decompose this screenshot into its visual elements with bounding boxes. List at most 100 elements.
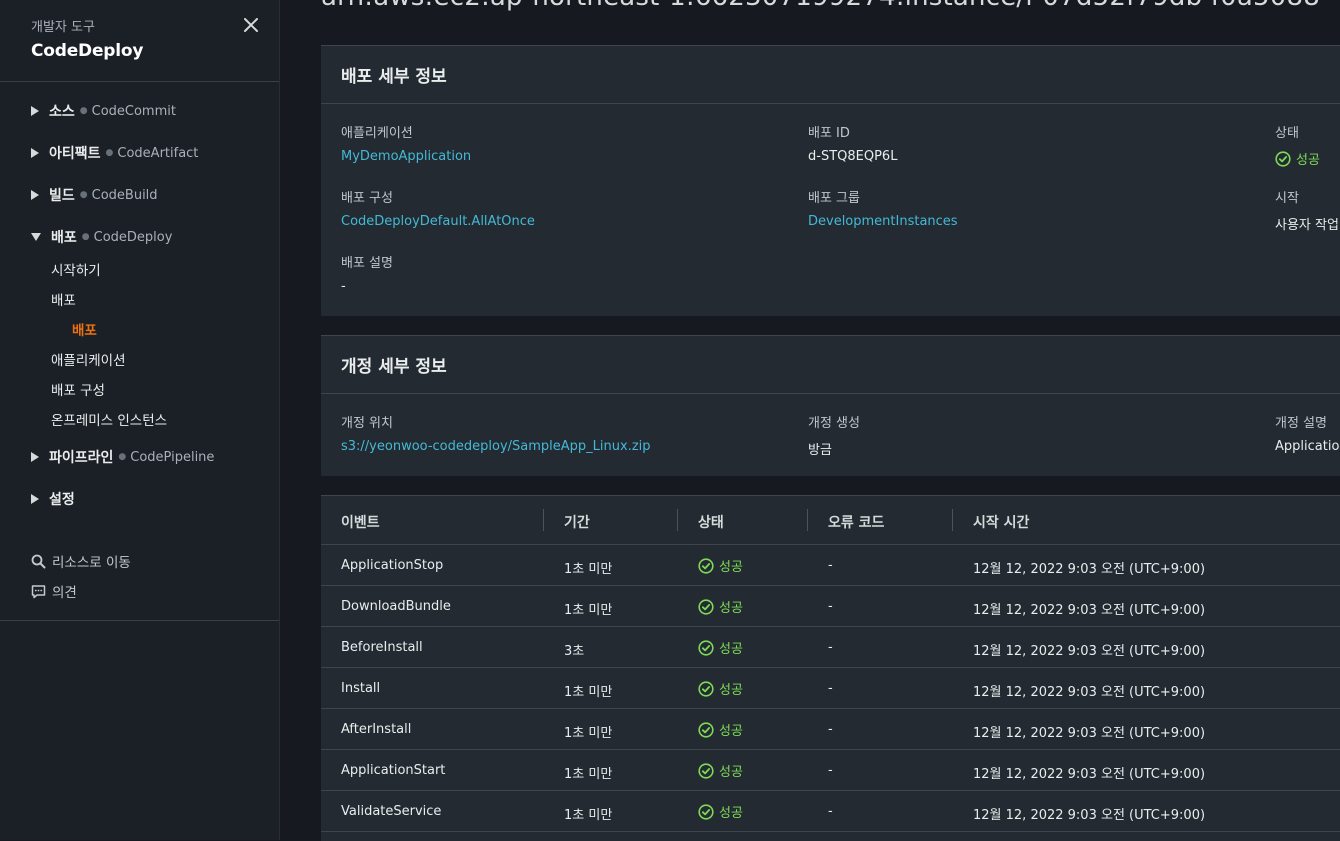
cell-start-time: 12월 12, 2022 9:03 오전 (UTC+9:00) xyxy=(973,644,1206,659)
table-row: DownloadBundle 1초 미만 성공 - 12월 12, 2022 9… xyxy=(321,586,1340,627)
cell-duration: 3초 xyxy=(564,644,585,659)
field-revision-created: 개정 생성 방금 xyxy=(808,412,860,458)
revision-location-link[interactable]: s3://yeonwoo-codedeploy/SampleApp_Linux.… xyxy=(341,439,651,454)
nav-group-service: CodeDeploy xyxy=(93,229,173,245)
nav-group-pipeline[interactable]: 파이프라인 ● CodePipeline xyxy=(31,447,214,467)
status-text: 성공 xyxy=(719,765,743,780)
status-text: 성공 xyxy=(719,683,743,698)
dot-separator: ● xyxy=(118,452,127,462)
column-header-duration[interactable]: 기간 xyxy=(564,512,590,532)
table-row: BeforeInstall 3초 성공 - 12월 12, 2022 9:03 … xyxy=(321,627,1340,668)
divider xyxy=(0,81,279,82)
cell-event: BeforeInstall xyxy=(341,640,423,655)
feedback-link[interactable]: 의견 xyxy=(31,581,77,601)
nav-group-label: 아티팩트 xyxy=(49,146,101,162)
field-label: 시작 xyxy=(1275,191,1299,206)
cell-status: 성공 xyxy=(698,638,743,660)
cell-event: DownloadBundle xyxy=(341,599,451,614)
cell-error-code: - xyxy=(828,640,833,655)
nav-item-deployments[interactable]: 배포 xyxy=(51,289,76,309)
field-application: 애플리케이션 MyDemoApplication xyxy=(341,122,471,164)
field-label: 개정 생성 xyxy=(808,416,860,431)
field-start: 시작 사용자 작업 xyxy=(1275,187,1339,233)
goto-resource-link[interactable]: 리소스로 이동 xyxy=(31,551,131,571)
field-value: 방금 xyxy=(808,443,832,458)
table-row: ApplicationStop 1초 미만 성공 - 12월 12, 2022 … xyxy=(321,545,1340,586)
nav-group-build[interactable]: 빌드 ● CodeBuild xyxy=(31,185,158,205)
sidebar-overline: 개발자 도구 xyxy=(31,20,95,35)
nav-item-deployment-configs[interactable]: 배포 구성 xyxy=(51,379,105,399)
dot-separator: ● xyxy=(79,190,88,200)
nav-item-getting-started[interactable]: 시작하기 xyxy=(51,259,101,279)
panel-heading: 개정 세부 정보 xyxy=(321,336,1340,394)
deployment-config-link[interactable]: CodeDeployDefault.AllAtOnce xyxy=(341,214,535,229)
status-badge: 성공 xyxy=(698,556,743,575)
nav-item-deployment-active[interactable]: 배포 xyxy=(72,319,97,339)
column-divider[interactable] xyxy=(952,509,953,531)
status-text: 성공 xyxy=(719,724,743,739)
sidebar-title[interactable]: CodeDeploy xyxy=(31,41,143,61)
status-text: 성공 xyxy=(1296,153,1320,168)
column-divider[interactable] xyxy=(807,509,808,531)
success-check-icon xyxy=(698,639,714,656)
nav-group-deploy[interactable]: 배포 ● CodeDeploy xyxy=(31,227,172,247)
status-text: 성공 xyxy=(719,642,743,657)
cell-status: 성공 xyxy=(698,597,743,619)
cell-error-code: - xyxy=(828,804,833,819)
field-label: 배포 구성 xyxy=(341,191,393,206)
column-header-status[interactable]: 상태 xyxy=(698,512,724,532)
application-link[interactable]: MyDemoApplication xyxy=(341,149,471,164)
cell-duration: 1초 미만 xyxy=(564,726,613,741)
field-label: 개정 위치 xyxy=(341,416,393,431)
cell-start-time: 12월 12, 2022 9:03 오전 (UTC+9:00) xyxy=(973,726,1206,741)
cell-duration: 1초 미만 xyxy=(564,767,613,782)
divider xyxy=(0,620,279,621)
success-check-icon xyxy=(698,598,714,615)
status-badge: 성공 xyxy=(698,638,743,657)
cell-start-time: 12월 12, 2022 9:03 오전 (UTC+9:00) xyxy=(973,685,1206,700)
cell-error-code: - xyxy=(828,599,833,614)
success-check-icon xyxy=(698,803,714,820)
nav-item-on-premises-instances[interactable]: 온프레미스 인스턴스 xyxy=(51,409,167,429)
field-label: 개정 설명 xyxy=(1275,416,1327,431)
nav-group-label: 빌드 xyxy=(49,188,75,204)
status-text: 성공 xyxy=(719,560,743,575)
field-deployment-group: 배포 그룹 DevelopmentInstances xyxy=(808,187,958,229)
deployment-details-panel: 배포 세부 정보 애플리케이션 MyDemoApplication 배포 ID … xyxy=(321,45,1340,316)
nav-group-settings[interactable]: 설정 xyxy=(31,489,75,509)
close-icon[interactable] xyxy=(240,14,262,36)
cell-duration: 1초 미만 xyxy=(564,603,613,618)
feedback-label: 의견 xyxy=(52,585,77,601)
cell-event: AfterInstall xyxy=(341,722,412,737)
table-row: ValidateService 1초 미만 성공 - 12월 12, 2022 … xyxy=(321,791,1340,832)
nav-group-label: 설정 xyxy=(49,492,75,508)
success-check-icon xyxy=(1275,150,1291,167)
nav-group-source[interactable]: 소스 ● CodeCommit xyxy=(31,101,176,121)
success-check-icon xyxy=(698,721,714,738)
table-header: 이벤트 기간 상태 오류 코드 시작 시간 xyxy=(321,496,1340,545)
status-badge: 성공 xyxy=(698,679,743,698)
status-badge: 성공 xyxy=(698,720,743,739)
cell-duration: 1초 미만 xyxy=(564,685,613,700)
field-value: 사용자 작업 xyxy=(1275,218,1339,233)
nav-group-artifact[interactable]: 아티팩트 ● CodeArtifact xyxy=(31,143,198,163)
events-table: 이벤트 기간 상태 오류 코드 시작 시간 ApplicationStop 1초… xyxy=(321,495,1340,841)
status-badge: 성공 xyxy=(698,802,743,821)
table-row: ApplicationStart 1초 미만 성공 - 12월 12, 2022… xyxy=(321,750,1340,791)
column-divider[interactable] xyxy=(543,509,544,531)
nav-group-label: 배포 xyxy=(51,230,77,246)
field-deployment-description: 배포 설명 - xyxy=(341,252,393,294)
field-label: 애플리케이션 xyxy=(341,126,413,141)
caret-right-icon xyxy=(31,452,39,462)
field-value: d-STQ8EQP6L xyxy=(808,149,898,164)
field-label: 배포 설명 xyxy=(341,256,393,271)
column-divider[interactable] xyxy=(677,509,678,531)
nav-group-service: CodePipeline xyxy=(130,449,215,465)
column-header-error-code[interactable]: 오류 코드 xyxy=(828,512,884,532)
nav-item-applications[interactable]: 애플리케이션 xyxy=(51,349,126,369)
column-header-event[interactable]: 이벤트 xyxy=(341,512,380,532)
deployment-group-link[interactable]: DevelopmentInstances xyxy=(808,214,958,229)
column-header-start-time[interactable]: 시작 시간 xyxy=(973,512,1029,532)
caret-right-icon xyxy=(31,190,39,200)
table-body: ApplicationStop 1초 미만 성공 - 12월 12, 2022 … xyxy=(321,545,1340,832)
